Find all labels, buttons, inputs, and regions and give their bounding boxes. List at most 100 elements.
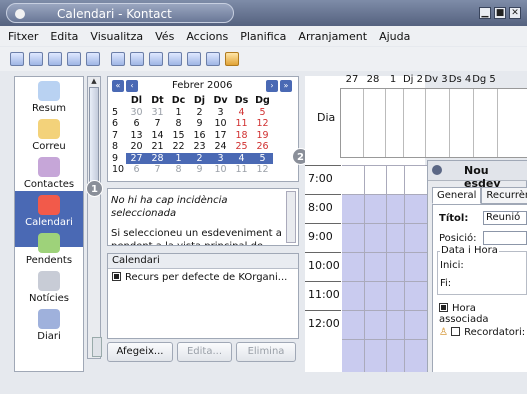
panel-resize-handle[interactable] xyxy=(92,337,102,357)
day-header[interactable]: Dv 3 xyxy=(424,74,448,88)
day-cell[interactable]: 12 xyxy=(252,164,273,176)
day-cell[interactable]: 24 xyxy=(210,141,231,153)
day-cell[interactable]: 3 xyxy=(210,152,231,164)
day-view-icon[interactable] xyxy=(149,52,163,66)
day-cell[interactable]: 9 xyxy=(189,118,210,130)
sidebar-item-diari[interactable]: Diari xyxy=(15,305,83,361)
day-cell[interactable]: 27 xyxy=(126,152,147,164)
day-header[interactable]: Dg 5 xyxy=(472,74,496,88)
prev-year-button[interactable]: « xyxy=(112,80,124,92)
next-year-button[interactable]: » xyxy=(280,80,292,92)
menu-planifica[interactable]: Planifica xyxy=(240,30,286,43)
sidebar-scrollbar[interactable]: ▲ xyxy=(87,76,101,359)
remove-resource-button[interactable]: Elimina xyxy=(236,342,296,362)
menu-fitxer[interactable]: Fitxer xyxy=(8,30,38,43)
minimize-button[interactable]: ▁ xyxy=(479,7,491,19)
day-cell[interactable]: 16 xyxy=(189,130,210,142)
day-cell[interactable]: 19 xyxy=(252,130,273,142)
day-cell[interactable]: 18 xyxy=(231,130,252,142)
all-day-area[interactable] xyxy=(340,88,527,158)
menu-arranjament[interactable]: Arranjament xyxy=(298,30,367,43)
day-cell[interactable]: 8 xyxy=(168,164,189,176)
prev-month-button[interactable]: ‹ xyxy=(126,80,138,92)
title-input[interactable]: Reunió xyxy=(483,211,527,225)
day-header[interactable]: 1 xyxy=(384,74,402,88)
day-cell[interactable]: 9 xyxy=(189,164,210,176)
day-cell[interactable]: 10 xyxy=(210,118,231,130)
selected-week-row[interactable]: 9 27 28 1 2 3 4 5 xyxy=(112,152,273,164)
day-header[interactable]: 28 xyxy=(362,74,384,88)
menu-edita[interactable]: Edita xyxy=(50,30,78,43)
workweek-view-icon[interactable] xyxy=(187,52,201,66)
day-cell[interactable]: 21 xyxy=(147,141,168,153)
day-cell[interactable]: 2 xyxy=(189,152,210,164)
week-number[interactable]: 8 xyxy=(112,141,126,153)
scroll-up-icon[interactable]: ▲ xyxy=(89,77,99,86)
week-number[interactable]: 7 xyxy=(112,130,126,142)
dialog-menu-icon[interactable] xyxy=(432,165,442,175)
day-cell[interactable]: 23 xyxy=(189,141,210,153)
time-associated-checkbox[interactable] xyxy=(439,303,448,312)
maximize-button[interactable]: ■ xyxy=(494,7,506,19)
forward-icon[interactable] xyxy=(67,52,81,66)
scrollbar-thumb[interactable] xyxy=(89,87,99,187)
day-cell[interactable]: 3 xyxy=(210,107,231,119)
day-cell[interactable]: 12 xyxy=(252,118,273,130)
day-cell[interactable]: 1 xyxy=(168,107,189,119)
day-cell[interactable]: 15 xyxy=(168,130,189,142)
location-input[interactable] xyxy=(483,231,527,245)
new-event-icon[interactable] xyxy=(10,52,24,66)
day-header[interactable]: Dj 2 xyxy=(402,74,424,88)
day-cell[interactable]: 17 xyxy=(210,130,231,142)
tab-recurrence[interactable]: Recurrèn xyxy=(481,187,527,204)
list-view-icon[interactable] xyxy=(130,52,144,66)
week-number[interactable]: 9 xyxy=(112,152,126,164)
day-header[interactable]: Ds 4 xyxy=(448,74,472,88)
day-cell[interactable]: 8 xyxy=(168,118,189,130)
day-cell[interactable]: 4 xyxy=(231,107,252,119)
day-cell[interactable]: 1 xyxy=(168,152,189,164)
day-cell[interactable]: 14 xyxy=(147,130,168,142)
tab-general[interactable]: General xyxy=(432,187,482,204)
day-cell[interactable]: 25 xyxy=(231,141,252,153)
week-number[interactable]: 6 xyxy=(112,118,126,130)
resource-item[interactable]: Recurs per defecte de KOrgani... xyxy=(108,271,298,285)
day-cell[interactable]: 2 xyxy=(189,107,210,119)
reminder-checkbox[interactable] xyxy=(451,327,461,336)
reminder-row[interactable]: ♙ Recordatori: xyxy=(439,327,525,338)
back-icon[interactable] xyxy=(29,52,43,66)
day-cell[interactable]: 7 xyxy=(147,164,168,176)
day-cell[interactable]: 28 xyxy=(147,152,168,164)
menu-ves[interactable]: Vés xyxy=(155,30,174,43)
day-cell[interactable]: 7 xyxy=(147,118,168,130)
day-cell[interactable]: 10 xyxy=(210,164,231,176)
menu-visualitza[interactable]: Visualitza xyxy=(90,30,143,43)
next-month-button[interactable]: › xyxy=(266,80,278,92)
day-cell[interactable]: 31 xyxy=(147,107,168,119)
print-icon[interactable] xyxy=(111,52,125,66)
resource-checkbox[interactable] xyxy=(112,272,121,281)
menu-ajuda[interactable]: Ajuda xyxy=(379,30,410,43)
time-associated-row[interactable]: Hora associada xyxy=(439,303,527,325)
day-cell[interactable]: 6 xyxy=(126,118,147,130)
day-cell[interactable]: 30 xyxy=(126,107,147,119)
day-cell[interactable]: 6 xyxy=(126,164,147,176)
day-cell[interactable]: 4 xyxy=(231,152,252,164)
time-grid[interactable] xyxy=(342,165,427,380)
journal-view-icon[interactable] xyxy=(225,52,239,66)
day-cell[interactable]: 26 xyxy=(252,141,273,153)
day-header[interactable]: 27 xyxy=(342,74,362,88)
edit-resource-button[interactable]: Edita... xyxy=(177,342,232,362)
week-view-icon[interactable] xyxy=(168,52,182,66)
today-icon[interactable] xyxy=(48,52,62,66)
title-pill[interactable]: Calendari - Kontact xyxy=(6,3,234,23)
week-number[interactable]: 10 xyxy=(112,164,126,176)
day-cell[interactable]: 20 xyxy=(126,141,147,153)
week-number[interactable]: 5 xyxy=(112,107,126,119)
day-cell[interactable]: 11 xyxy=(231,164,252,176)
close-button[interactable]: ✕ xyxy=(509,7,521,19)
month-view-icon[interactable] xyxy=(206,52,220,66)
day-cell[interactable]: 5 xyxy=(252,107,273,119)
day-cell[interactable]: 22 xyxy=(168,141,189,153)
add-resource-button[interactable]: Afegeix... xyxy=(107,342,173,362)
